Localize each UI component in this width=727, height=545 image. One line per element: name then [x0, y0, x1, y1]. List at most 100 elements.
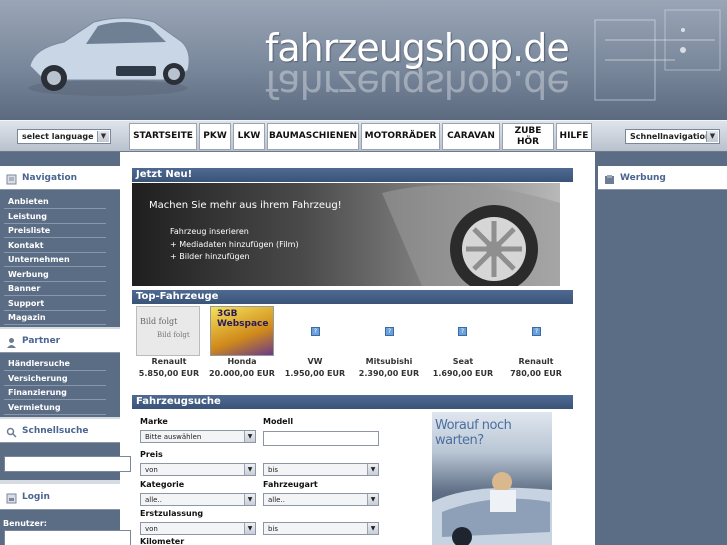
car-image	[28, 17, 190, 96]
image-placeholder-icon: ?	[311, 327, 320, 336]
nav-item-werbung[interactable]: Werbung	[4, 268, 106, 282]
navigation-header: Navigation	[0, 166, 120, 190]
vehicle-brand[interactable]: Mitsubishi	[354, 357, 424, 366]
nav-item-leistung[interactable]: Leistung	[4, 210, 106, 224]
partner-item-finanzierung[interactable]: Finanzierung	[4, 386, 106, 400]
person-icon	[7, 337, 16, 348]
ad-headline: Worauf noch warten?	[435, 418, 512, 448]
banner-headline: Machen Sie mehr aus ihrem Fahrzeug!	[149, 200, 342, 211]
page: fahrzeugshop.de fahrzeugshop.de select l…	[0, 0, 727, 545]
nav-item-magazin[interactable]: Magazin	[4, 311, 106, 325]
login-title: Login	[22, 491, 50, 502]
vehicle-price: 5.850,00 EUR	[138, 369, 200, 378]
kategorie-select-value: alle..	[145, 496, 162, 504]
nav-item-support[interactable]: Support	[4, 297, 106, 311]
modell-input[interactable]	[263, 431, 379, 446]
language-select-value: select language	[22, 132, 94, 141]
language-select[interactable]: select language ▼	[17, 129, 111, 144]
preis-bis-value: bis	[268, 466, 279, 474]
partner-item-vermietung[interactable]: Vermietung	[4, 401, 106, 415]
werbung-icon	[605, 174, 614, 184]
nav-item-unternehmen[interactable]: Unternehmen	[4, 253, 106, 267]
erstzulassung-bis-value: bis	[268, 525, 279, 533]
marke-select-value: Bitte auswählen	[145, 433, 202, 441]
nav-pkw[interactable]: PKW	[199, 123, 231, 150]
header: fahrzeugshop.de fahrzeugshop.de	[0, 0, 727, 120]
fahrzeugart-label: Fahrzeugart	[263, 480, 318, 489]
banner-line3: + Bilder hinzufügen	[170, 252, 250, 261]
username-input[interactable]	[4, 530, 131, 545]
tech-decoration	[594, 9, 721, 101]
partner-item-haendlersuche[interactable]: Händlersuche	[4, 357, 106, 371]
promo-banner[interactable]: Machen Sie mehr aus ihrem Fahrzeug! Fahr…	[132, 183, 560, 286]
quicksearch-input[interactable]	[4, 456, 131, 472]
banner-line2: + Mediadaten hinzufügen (Film)	[170, 240, 299, 249]
nav-hilfe[interactable]: HILFE	[556, 123, 592, 150]
image-placeholder-icon: ?	[532, 327, 541, 336]
kilometer-label: Kilometer	[140, 537, 185, 545]
vehicle-brand[interactable]: Seat	[428, 357, 498, 366]
chevron-down-icon: ▼	[706, 131, 718, 142]
chevron-down-icon: ▼	[244, 494, 255, 505]
nav-baumaschienen[interactable]: BAUMASCHIENEN	[267, 123, 359, 150]
preis-label: Preis	[140, 450, 163, 459]
right-sidebar	[595, 152, 727, 545]
nav-item-banner[interactable]: Banner	[4, 282, 106, 296]
quicksearch-header: Schnellsuche	[0, 419, 120, 443]
vehicle-price: 1.950,00 EUR	[284, 369, 346, 378]
vehicle-brand[interactable]: Honda	[207, 357, 277, 366]
search-icon	[6, 427, 17, 438]
thumb-placeholder-text-2: Bild folgt	[157, 331, 190, 339]
nav-item-anbieten[interactable]: Anbieten	[4, 195, 106, 209]
fahrzeugsuche-header: Fahrzeugsuche	[132, 395, 573, 409]
vehicle-brand[interactable]: VW	[280, 357, 350, 366]
werbung-title: Werbung	[620, 172, 666, 183]
modell-label: Modell	[263, 417, 294, 426]
preis-bis-select[interactable]: bis ▼	[263, 463, 379, 476]
nav-item-kontakt[interactable]: Kontakt	[4, 239, 106, 253]
chevron-down-icon: ▼	[97, 131, 109, 142]
nav-lkw[interactable]: LKW	[233, 123, 265, 150]
vehicle-thumb-1[interactable]: Bild folgt Bild folgt	[136, 306, 200, 356]
chevron-down-icon: ▼	[367, 464, 378, 475]
navigation-title: Navigation	[22, 172, 78, 183]
quicknav-select-value: Schnellnavigation	[630, 132, 711, 141]
top-fahrzeuge-header: Top-Fahrzeuge	[132, 290, 573, 304]
user-label: Benutzer:	[3, 519, 47, 528]
kategorie-select[interactable]: alle.. ▼	[140, 493, 256, 506]
page-icon	[6, 174, 17, 184]
partner-item-versicherung[interactable]: Versicherung	[4, 372, 106, 386]
werbung-header: Werbung	[598, 166, 727, 190]
banner-line1: Fahrzeug inserieren	[170, 227, 249, 236]
thumb-placeholder-text: Bild folgt	[140, 317, 178, 326]
vehicle-brand[interactable]: Renault	[501, 357, 571, 366]
nav-caravan[interactable]: CARAVAN	[442, 123, 500, 150]
nav-motorraeder[interactable]: MOTORRÄDER	[361, 123, 440, 150]
jetzt-neu-header: Jetzt Neu!	[132, 168, 573, 182]
image-placeholder-icon: ?	[385, 327, 394, 336]
thumb-ad-text: 3GB Webspace	[217, 309, 269, 329]
fahrzeugart-select[interactable]: alle.. ▼	[263, 493, 379, 506]
quicknav-select[interactable]: Schnellnavigation ▼	[625, 129, 720, 144]
chevron-down-icon: ▼	[244, 431, 255, 442]
kategorie-label: Kategorie	[140, 480, 185, 489]
chevron-down-icon: ▼	[244, 464, 255, 475]
marke-select[interactable]: Bitte auswählen ▼	[140, 430, 256, 443]
image-placeholder-icon: ?	[458, 327, 467, 336]
nav-zubehoer[interactable]: ZUBEHÖR	[502, 123, 554, 150]
vehicle-thumb-2[interactable]: 3GB Webspace	[210, 306, 274, 356]
nav-startseite[interactable]: STARTSEITE	[129, 123, 197, 150]
preis-von-select[interactable]: von ▼	[140, 463, 256, 476]
partner-title: Partner	[22, 335, 61, 346]
erstzulassung-von-select[interactable]: von ▼	[140, 522, 256, 535]
erstzulassung-bis-select[interactable]: bis ▼	[263, 522, 379, 535]
marke-label: Marke	[140, 417, 168, 426]
preis-von-value: von	[145, 466, 158, 474]
ad-banner[interactable]: Worauf noch warten?	[432, 412, 552, 545]
vehicle-brand[interactable]: Renault	[134, 357, 204, 366]
login-icon	[6, 493, 17, 503]
vehicle-price: 780,00 EUR	[510, 369, 562, 378]
nav-item-preisliste[interactable]: Preisliste	[4, 224, 106, 238]
vehicle-price: 20.000,00 EUR	[209, 369, 275, 378]
erstzulassung-label: Erstzulassung	[140, 509, 204, 518]
